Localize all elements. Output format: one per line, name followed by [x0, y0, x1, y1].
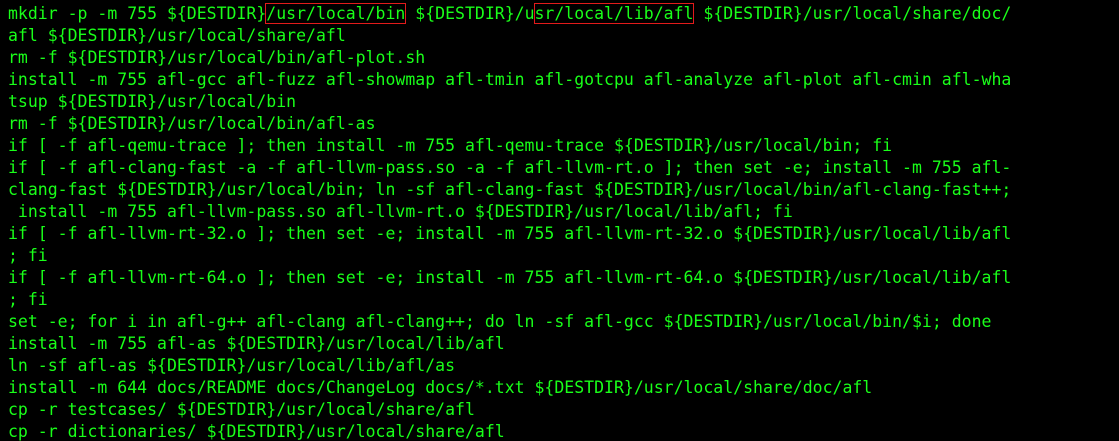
terminal-line: install -m 644 docs/README docs/ChangeLo…: [8, 378, 873, 397]
terminal-line: set -e; for i in afl-g++ afl-clang afl-c…: [8, 312, 992, 331]
terminal-line: rm -f ${DESTDIR}/usr/local/bin/afl-as: [8, 114, 376, 133]
terminal-line: install -m 755 afl-llvm-pass.so afl-llvm…: [8, 202, 793, 221]
terminal-text: ${DESTDIR}/usr/local/share/doc/: [693, 4, 1012, 23]
terminal-line: afl ${DESTDIR}/usr/local/share/afl: [8, 26, 346, 45]
terminal-line: if [ -f afl-clang-fast -a -f afl-llvm-pa…: [8, 158, 1012, 177]
terminal-line: if [ -f afl-llvm-rt-64.o ]; then set -e;…: [8, 268, 1012, 287]
terminal-text: mkdir -p -m 755 ${DESTDIR}: [8, 4, 267, 23]
terminal-line: install -m 755 afl-gcc afl-fuzz afl-show…: [8, 70, 1012, 89]
terminal-text: ${DESTDIR}/u: [405, 4, 535, 23]
terminal-line: clang-fast ${DESTDIR}/usr/local/bin; ln …: [8, 180, 1012, 199]
highlight-box-bin: /usr/local/bin: [265, 3, 407, 24]
scrollbar[interactable]: [1115, 0, 1119, 441]
terminal-line: if [ -f afl-llvm-rt-32.o ]; then set -e;…: [8, 224, 1012, 243]
terminal-line: install -m 755 afl-as ${DESTDIR}/usr/loc…: [8, 334, 505, 353]
terminal-line: rm -f ${DESTDIR}/usr/local/bin/afl-plot.…: [8, 48, 426, 67]
terminal-line: cp -r dictionaries/ ${DESTDIR}/usr/local…: [8, 422, 505, 441]
terminal-line: ; fi: [8, 246, 48, 265]
terminal-output: mkdir -p -m 755 ${DESTDIR}/usr/local/bin…: [8, 3, 1119, 441]
terminal-window[interactable]: mkdir -p -m 755 ${DESTDIR}/usr/local/bin…: [0, 0, 1119, 441]
terminal-line: cp -r testcases/ ${DESTDIR}/usr/local/sh…: [8, 400, 475, 419]
terminal-line: ln -sf afl-as ${DESTDIR}/usr/local/lib/a…: [8, 356, 456, 375]
highlight-box-lib-afl: sr/local/lib/afl: [533, 3, 695, 24]
terminal-line: if [ -f afl-qemu-trace ]; then install -…: [8, 136, 893, 155]
terminal-line: mkdir -p -m 755 ${DESTDIR}/usr/local/bin…: [8, 3, 1119, 25]
terminal-line: ; fi: [8, 290, 48, 309]
terminal-line: tsup ${DESTDIR}/usr/local/bin: [8, 92, 297, 111]
